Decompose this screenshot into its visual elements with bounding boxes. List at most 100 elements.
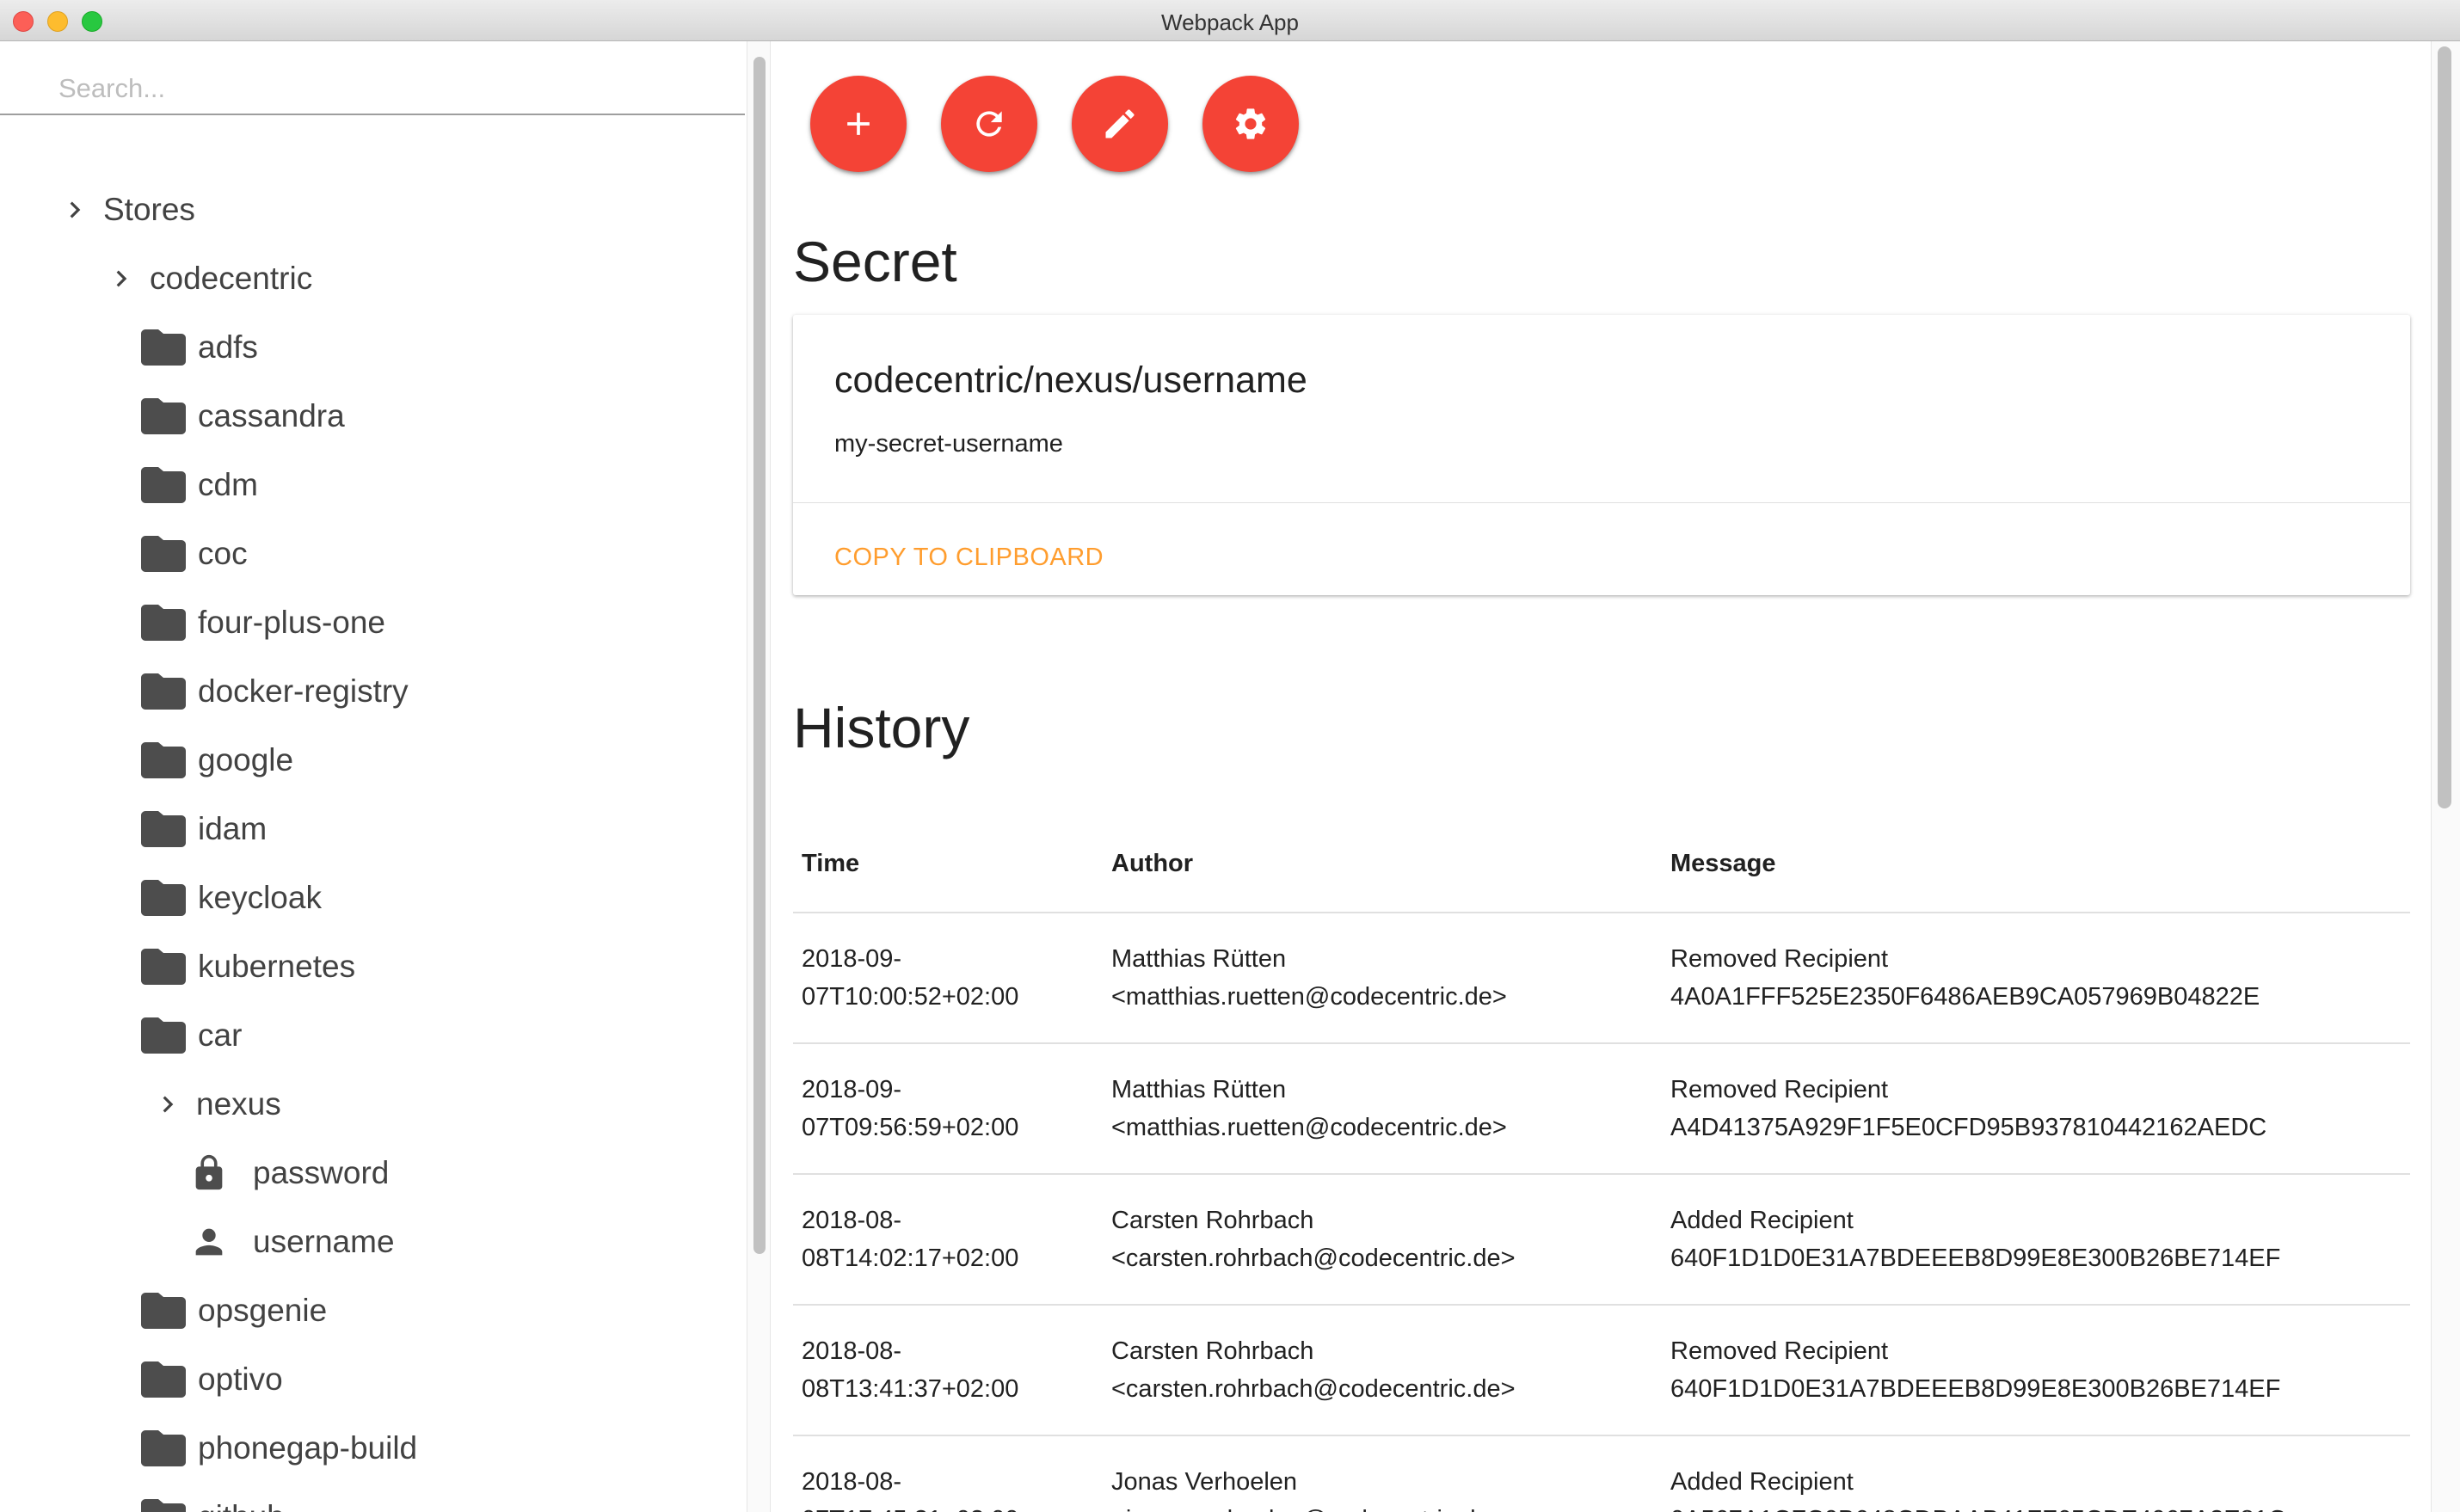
history-time-cell-line-2: 07T09:56:59+02:00 [802,1114,1019,1141]
history-time-cell: 2018-09- 07T09:56:59+02:00 [793,1043,1103,1175]
history-message-cell: Removed Recipient 4A0A1FFF525E2350F6486AE… [1662,913,2410,1044]
tree-item-label: opsgenie [198,1293,328,1328]
tree-item-opsgenie[interactable]: opsgenie [0,1276,745,1345]
main-scrollbar-thumb[interactable] [2438,46,2451,808]
history-message-cell-line-1: Removed Recipient [1670,945,1889,973]
folder-icon [141,536,186,572]
folder-icon [141,1017,186,1054]
folder-icon [141,1499,186,1512]
tree-item-google[interactable]: google [0,726,745,795]
tree-item-codecentric[interactable]: codecentric [0,244,745,313]
history-time-cell-line-1: 2018-08- [802,1207,902,1234]
column-header-message: Message [1662,815,2410,913]
copy-to-clipboard-button[interactable]: COPY TO CLIPBOARD [834,544,1104,572]
search-input[interactable] [0,64,745,115]
add-button[interactable] [810,76,907,172]
history-time-cell-line-1: 2018-09- [802,945,902,973]
history-time-cell: 2018-08- 08T14:02:17+02:00 [793,1174,1103,1306]
history-author-cell: Matthias Rütten <matthias.ruetten@codecen… [1103,913,1662,1044]
secret-card: codecentric/nexus/username my-secret-use… [793,315,2410,595]
tree-item-username[interactable]: username [0,1208,745,1276]
tree-item-kubernetes[interactable]: kubernetes [0,932,745,1001]
history-time-cell-line-2: 08T13:41:37+02:00 [802,1375,1019,1403]
folder-icon [141,1361,186,1398]
history-author-cell-line-2: <matthias.ruetten@codecentric.de> [1111,1114,1507,1141]
tree-item-github[interactable]: github [0,1483,745,1512]
settings-button[interactable] [1202,76,1299,172]
chevron-right-icon [116,270,127,287]
history-time-cell-line-2: 08T14:02:17+02:00 [802,1245,1019,1272]
history-author-cell-line-1: Jonas Verhoelen [1111,1468,1298,1496]
history-message-cell-line-1: Removed Recipient [1670,1076,1889,1103]
tree-item-idam[interactable]: idam [0,795,745,864]
history-heading: History [793,696,970,759]
chevron-right-icon [70,201,81,218]
history-message-cell: Removed Recipient A4D41375A929F1F5E0CFD95… [1662,1043,2410,1175]
tree-item-label: coc [198,536,248,571]
plus-icon [847,113,870,135]
tree-item-label: kubernetes [198,949,356,984]
tree-item-keycloak[interactable]: keycloak [0,864,745,932]
history-time-cell: 2018-09- 07T10:00:52+02:00 [793,913,1103,1044]
tree-item-label: github [198,1499,285,1512]
edit-button[interactable] [1072,76,1168,172]
folder-icon [141,398,186,434]
history-message-cell-line-2: 640F1D1D0E31A7BDEEEB8D99E8E300B26BE714EF [1670,1245,2281,1272]
secret-heading: Secret [793,230,957,293]
history-author-cell-line-2: <carsten.rohrbach@codecentric.de> [1111,1245,1516,1272]
refresh-button[interactable] [941,76,1037,172]
tree-item-password[interactable]: password [0,1139,745,1208]
folder-icon [141,1430,186,1466]
tree-item-label: four-plus-one [198,605,386,640]
tree-item-cdm[interactable]: cdm [0,451,745,519]
tree-item-label: car [198,1017,243,1053]
tree-item-phonegap-build[interactable]: phonegap-build [0,1414,745,1483]
folder-icon [141,811,186,847]
tree-item-car[interactable]: car [0,1001,745,1070]
history-time-cell-line-1: 2018-08- [802,1468,902,1496]
history-author-cell: Carsten Rohrbach <carsten.rohrbach@codece… [1103,1305,1662,1436]
tree-item-label: phonegap-build [198,1430,418,1466]
title-bar: Webpack App [0,0,2460,41]
history-table: Time Author Message 2018-09- 07T10:00:52+… [793,815,2410,1512]
tree-item-label: keycloak [198,880,322,915]
tree-item-nexus[interactable]: nexus [0,1070,745,1139]
sidebar-scrollbar-thumb[interactable] [753,57,766,1254]
history-row: 2018-08- 08T13:41:37+02:00 Carsten Rohrbac… [793,1305,2410,1436]
tree-item-label: adfs [198,329,258,365]
tree-item-docker-registry[interactable]: docker-registry [0,657,745,726]
history-author-cell-line-1: Matthias Rütten [1111,1076,1287,1103]
main-content: Secret codecentric/nexus/username my-sec… [771,41,2431,1512]
history-header-row: Time Author Message [793,815,2410,913]
history-time-cell-line-1: 2018-08- [802,1337,902,1365]
history-author-cell-line-1: Matthias Rütten [1111,945,1287,973]
column-header-author: Author [1103,815,1662,913]
tree-item-label: optivo [198,1361,283,1397]
history-author-cell-line-2: <matthias.ruetten@codecentric.de> [1111,983,1507,1011]
history-time-cell: 2018-08- 07T17:45:21+02:00 [793,1435,1103,1512]
tree-item-label: docker-registry [198,673,409,709]
history-time-cell-line-1: 2018-09- [802,1076,902,1103]
pencil-icon [1105,109,1135,138]
tree-item-stores[interactable]: Stores [0,175,745,244]
tree-item-label: Stores [103,192,195,227]
tree-item-label: password [253,1155,390,1190]
secret-value: my-secret-username [834,430,1063,458]
history-author-cell: Matthias Rütten <matthias.ruetten@codecen… [1103,1043,1662,1175]
tree-item-cassandra[interactable]: cassandra [0,382,745,451]
tree-item-optivo[interactable]: optivo [0,1345,745,1414]
tree-item-label: google [198,742,294,778]
history-author-cell: Carsten Rohrbach <carsten.rohrbach@codece… [1103,1174,1662,1306]
history-message-cell-line-2: 640F1D1D0E31A7BDEEEB8D99E8E300B26BE714EF [1670,1375,2281,1403]
folder-icon [141,949,186,985]
folder-icon [141,467,186,503]
lock-icon [195,1154,223,1190]
tree-item-adfs[interactable]: adfs [0,313,745,382]
history-row: 2018-08- 08T14:02:17+02:00 Carsten Rohrbac… [793,1174,2410,1306]
folder-icon [141,673,186,710]
tree-item-four-plus-one[interactable]: four-plus-one [0,588,745,657]
chevron-right-icon [163,1096,174,1113]
history-time-cell-line-2: 07T17:45:21+02:00 [802,1501,1103,1512]
tree-item-coc[interactable]: coc [0,519,745,588]
history-message-cell: Added Recipient 0A567A1CFC0B648CDBAAB41FF… [1662,1435,2410,1512]
